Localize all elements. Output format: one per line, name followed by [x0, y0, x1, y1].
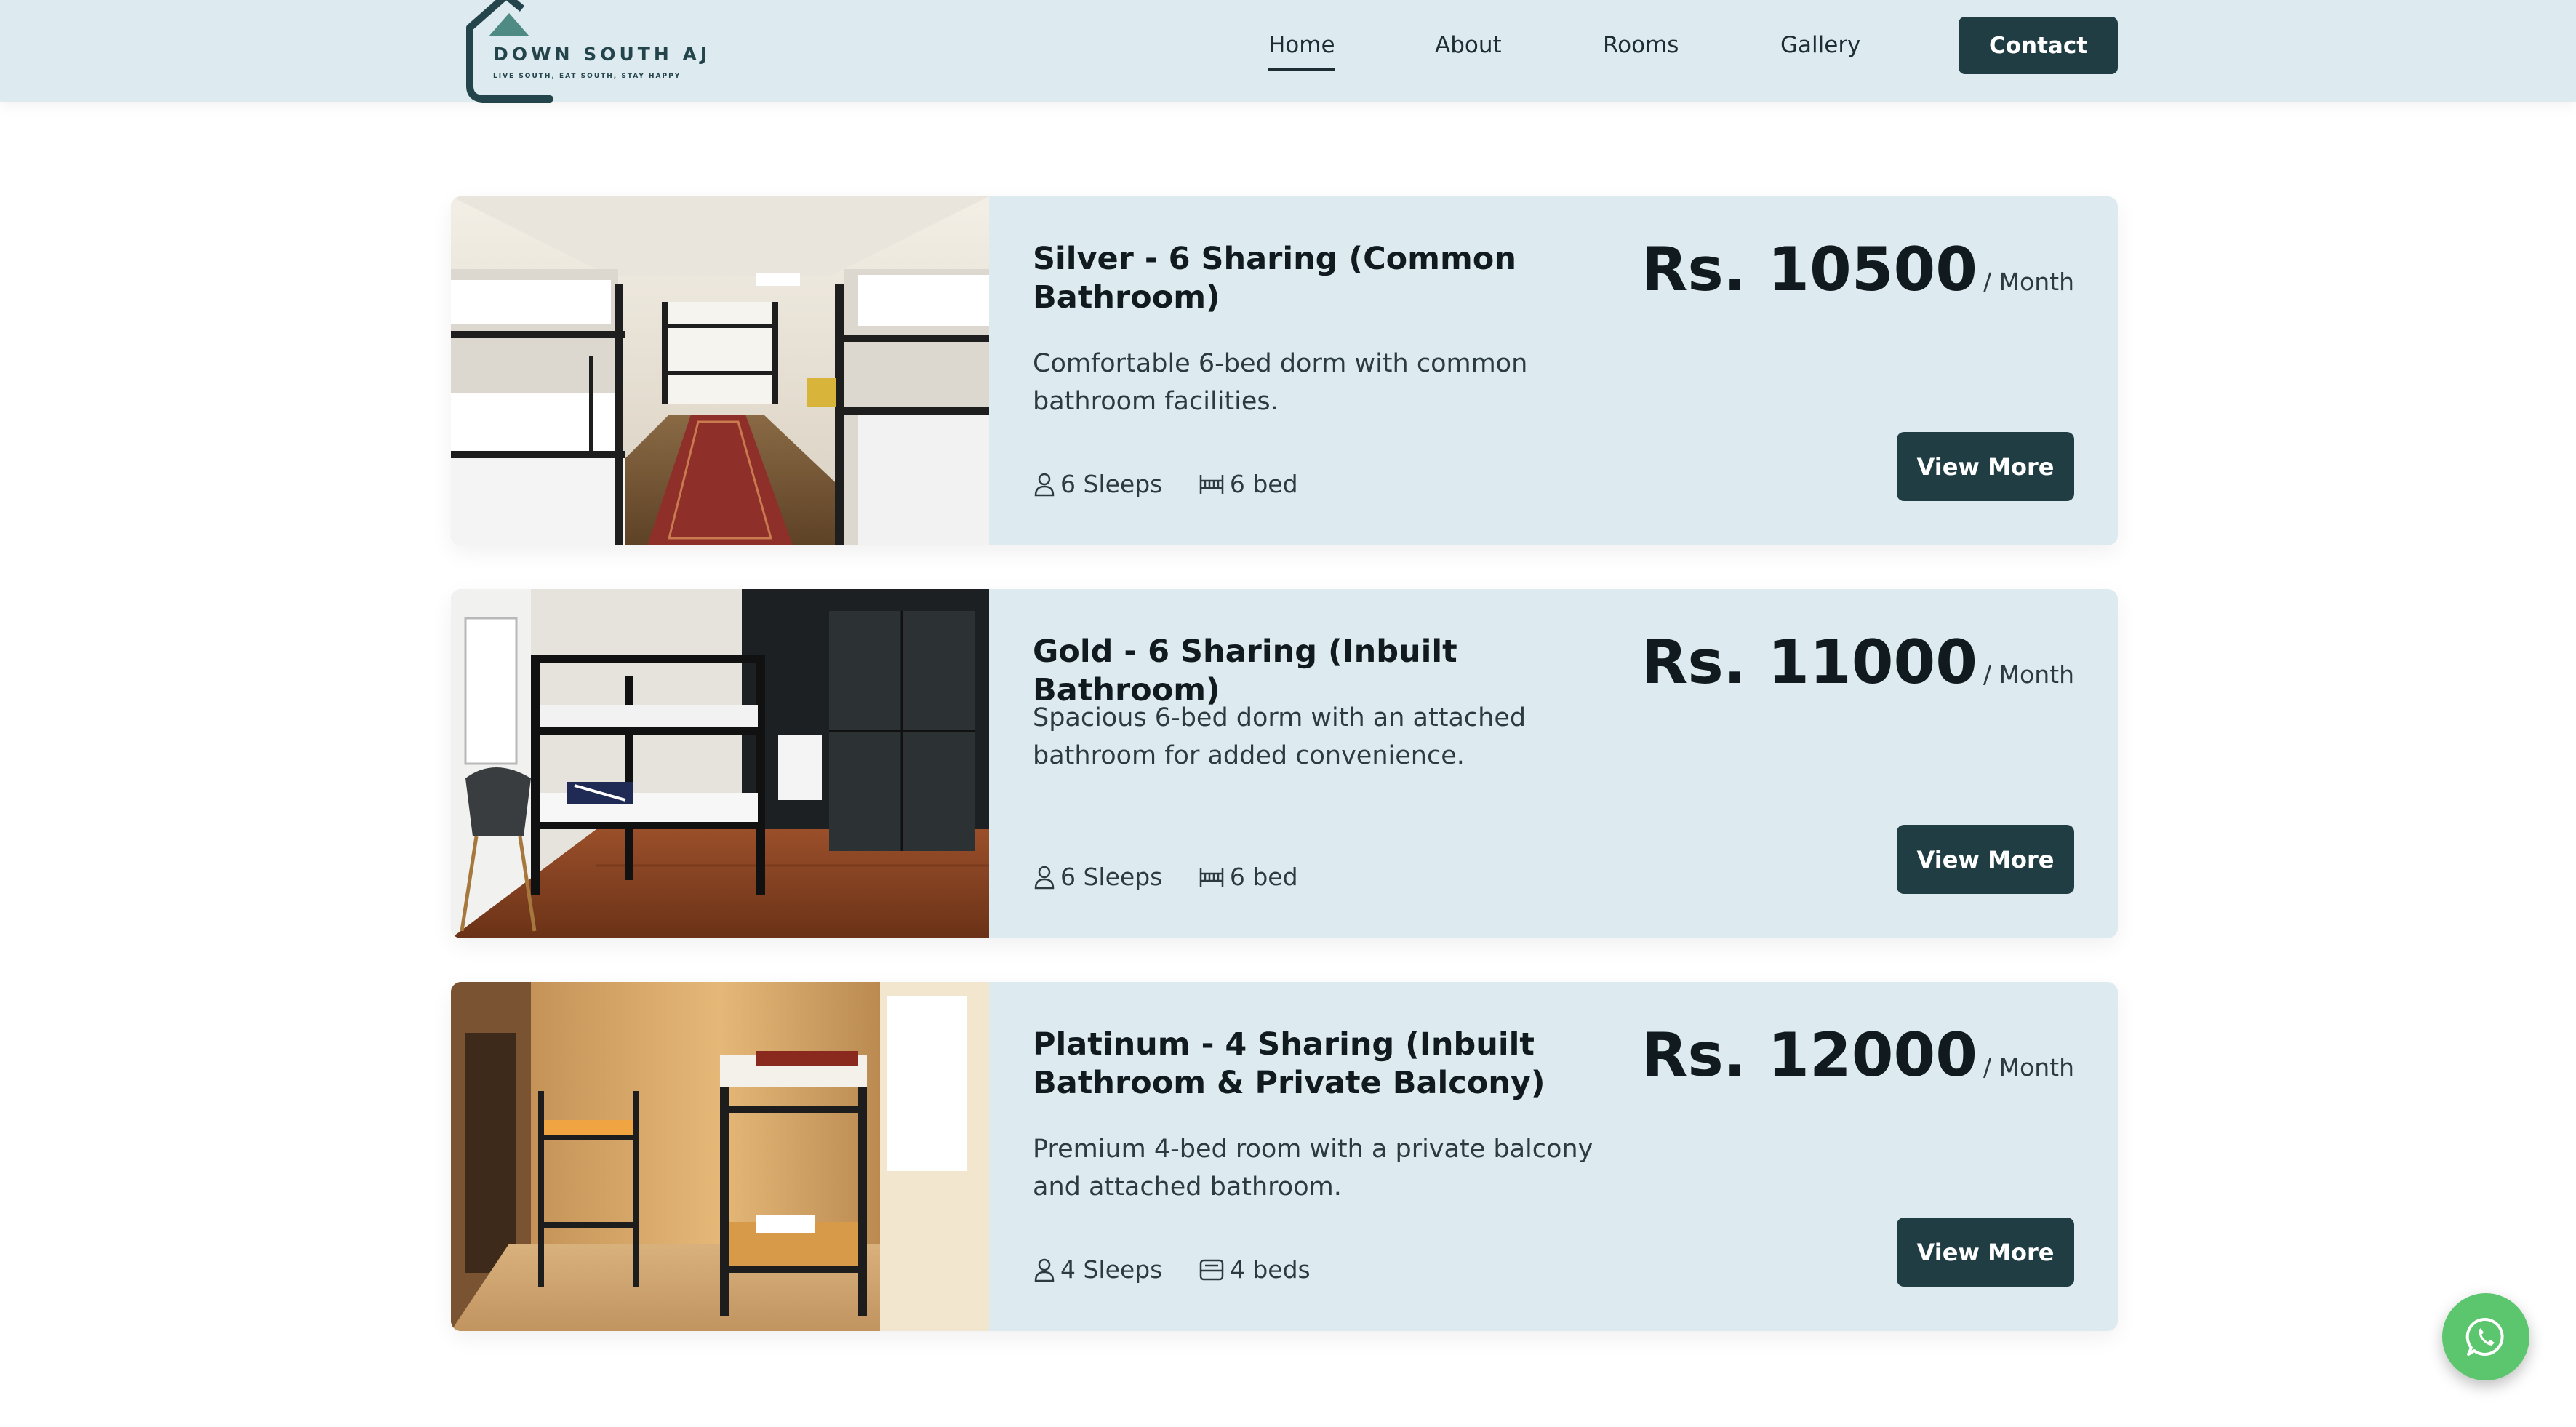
- beds-info: 4 beds: [1198, 1255, 1311, 1284]
- room-card-gold: Gold - 6 Sharing (Inbuilt Bathroom) Spac…: [451, 589, 2118, 938]
- room-meta: 4 Sleeps 4 beds: [1033, 1255, 1338, 1288]
- brand-logo[interactable]: DOWN SOUTH AJ LIVE SOUTH, EAT SOUTH, STA…: [463, 0, 707, 103]
- room-photo-gold: [451, 589, 989, 938]
- person-icon: [1034, 473, 1055, 496]
- nav-rooms[interactable]: Rooms: [1603, 32, 1679, 58]
- room-price: Rs. 10500/ Month: [1641, 234, 2074, 305]
- price-period: / Month: [1983, 660, 2074, 689]
- beds-info: 6 bed: [1198, 863, 1298, 891]
- nav-gallery[interactable]: Gallery: [1780, 32, 1860, 58]
- person-icon: [1034, 1258, 1055, 1282]
- room-card-platinum: Platinum - 4 Sharing (Inbuilt Bathroom &…: [451, 982, 2118, 1331]
- contact-button[interactable]: Contact: [1959, 17, 2118, 74]
- whatsapp-icon: [2465, 1317, 2504, 1356]
- nav-home[interactable]: Home: [1268, 32, 1335, 71]
- price-amount: Rs. 11000: [1641, 627, 1977, 697]
- price-period: / Month: [1983, 268, 2074, 296]
- beds-info: 6 bed: [1198, 470, 1298, 498]
- beds-label: 4 beds: [1229, 1255, 1311, 1284]
- price-period: / Month: [1983, 1053, 2074, 1082]
- whatsapp-button[interactable]: [2442, 1293, 2529, 1380]
- room-photo-silver: [451, 196, 989, 545]
- bed-icon: [1199, 474, 1224, 494]
- view-more-button[interactable]: View More: [1897, 1218, 2074, 1287]
- room-card-silver: Silver - 6 Sharing (Common Bathroom) Com…: [451, 196, 2118, 545]
- beds-label: 6 bed: [1229, 863, 1298, 891]
- room-price: Rs. 11000/ Month: [1641, 627, 2074, 697]
- sleeps-info: 6 Sleeps: [1033, 470, 1162, 498]
- beds-label: 6 bed: [1229, 470, 1298, 498]
- brand-name: DOWN SOUTH AJ: [493, 44, 711, 65]
- room-photo-platinum: [451, 982, 989, 1331]
- nav-about[interactable]: About: [1435, 32, 1502, 58]
- view-more-button[interactable]: View More: [1897, 432, 2074, 501]
- brand-tagline: LIVE SOUTH, EAT SOUTH, STAY HAPPY: [493, 73, 681, 80]
- sleeps-info: 6 Sleeps: [1033, 863, 1162, 891]
- room-description: Comfortable 6-bed dorm with common bathr…: [1033, 349, 1528, 416]
- room-description: Spacious 6-bed dorm with an attached bat…: [1033, 703, 1527, 770]
- bed-icon: [1199, 1259, 1224, 1280]
- sleeps-label: 4 Sleeps: [1060, 1255, 1163, 1284]
- person-icon: [1034, 866, 1055, 889]
- room-meta: 6 Sleeps 6 bed: [1033, 863, 1326, 895]
- sleeps-info: 4 Sleeps: [1033, 1255, 1162, 1284]
- sleeps-label: 6 Sleeps: [1060, 470, 1163, 498]
- room-description: Premium 4-bed room with a private balcon…: [1033, 1135, 1593, 1202]
- site-header: DOWN SOUTH AJ LIVE SOUTH, EAT SOUTH, STA…: [0, 0, 2576, 103]
- room-title: Platinum - 4 Sharing (Inbuilt Bathroom &…: [1033, 1026, 1545, 1101]
- room-price: Rs. 12000/ Month: [1641, 1020, 2074, 1090]
- room-title: Silver - 6 Sharing (Common Bathroom): [1033, 241, 1516, 316]
- view-more-button[interactable]: View More: [1897, 825, 2074, 894]
- room-meta: 6 Sleeps 6 bed: [1033, 470, 1326, 503]
- bed-icon: [1199, 867, 1224, 887]
- price-amount: Rs. 10500: [1641, 234, 1977, 305]
- sleeps-label: 6 Sleeps: [1060, 863, 1163, 891]
- price-amount: Rs. 12000: [1641, 1020, 1977, 1090]
